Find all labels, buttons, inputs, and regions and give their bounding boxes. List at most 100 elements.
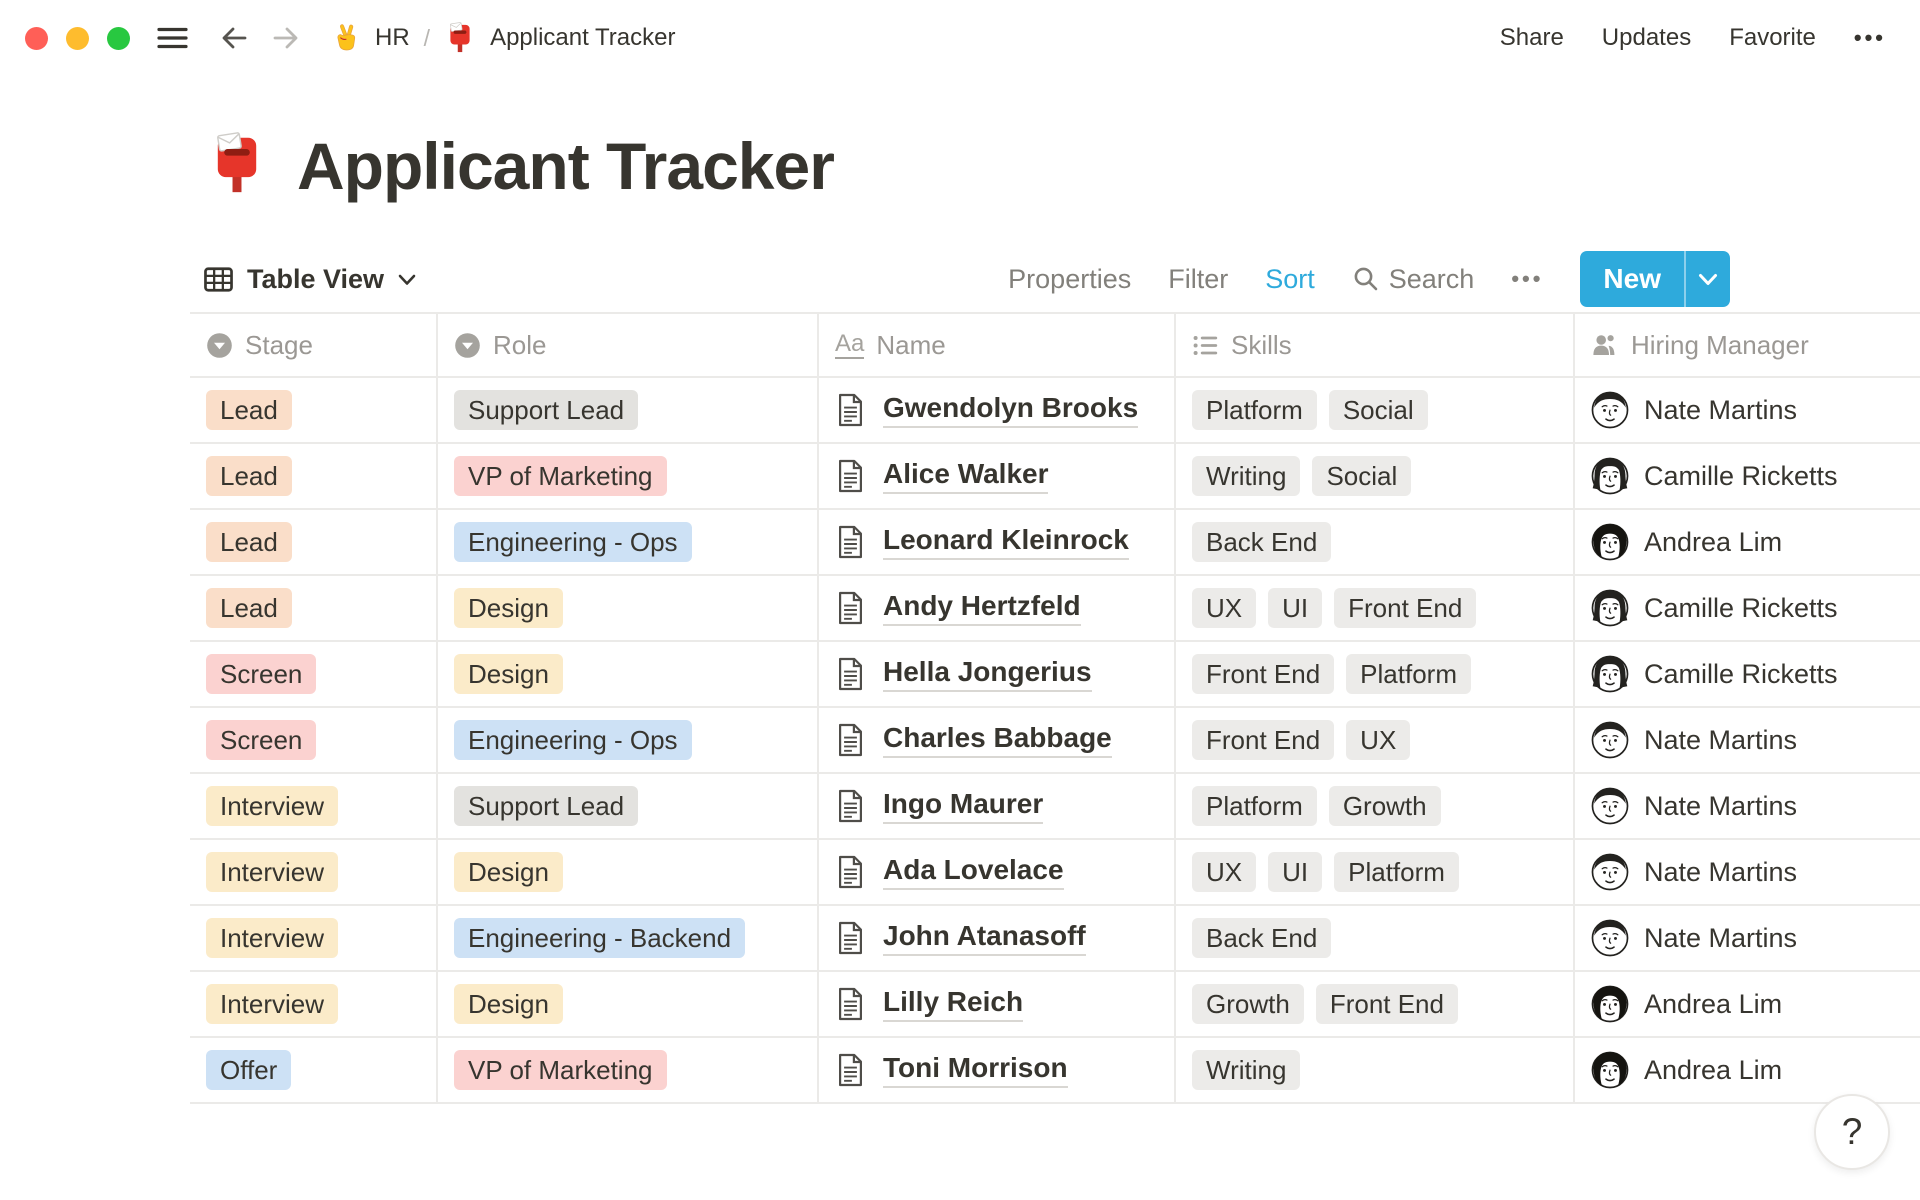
role-tag[interactable]: Design bbox=[454, 654, 563, 694]
skills-cell[interactable]: UX UI Front End bbox=[1176, 576, 1575, 640]
hiring-manager-cell[interactable]: Nate Martins bbox=[1575, 840, 1920, 904]
hiring-manager-cell[interactable]: Nate Martins bbox=[1575, 774, 1920, 838]
role-cell[interactable]: VP of Marketing bbox=[438, 444, 819, 508]
skills-cell[interactable]: Back End bbox=[1176, 510, 1575, 574]
skill-tag[interactable]: Platform bbox=[1334, 852, 1459, 892]
filter-button[interactable]: Filter bbox=[1168, 264, 1228, 295]
applicant-page-link[interactable]: John Atanasoff bbox=[883, 920, 1086, 956]
column-header-skills[interactable]: Skills bbox=[1176, 314, 1575, 376]
role-cell[interactable]: Engineering - Ops bbox=[438, 510, 819, 574]
applicant-page-link[interactable]: Lilly Reich bbox=[883, 986, 1024, 1022]
skill-tag[interactable]: UI bbox=[1268, 588, 1323, 628]
stage-tag[interactable]: Screen bbox=[206, 720, 317, 760]
breadcrumb-item-hr[interactable]: HR bbox=[331, 22, 410, 54]
skill-tag[interactable]: Back End bbox=[1192, 918, 1332, 958]
stage-cell[interactable]: Interview bbox=[190, 840, 438, 904]
hiring-manager-cell[interactable]: Nate Martins bbox=[1575, 378, 1920, 442]
role-tag[interactable]: Design bbox=[454, 588, 563, 628]
skills-cell[interactable]: Front End Platform bbox=[1176, 642, 1575, 706]
role-cell[interactable]: Design bbox=[438, 840, 819, 904]
stage-cell[interactable]: Offer bbox=[190, 1038, 438, 1102]
skill-tag[interactable]: Growth bbox=[1328, 786, 1441, 826]
role-tag[interactable]: Design bbox=[454, 984, 563, 1024]
sort-button[interactable]: Sort bbox=[1265, 264, 1315, 295]
applicant-page-link[interactable]: Ingo Maurer bbox=[883, 788, 1044, 824]
skills-cell[interactable]: Writing Social bbox=[1176, 444, 1575, 508]
stage-cell[interactable]: Interview bbox=[190, 774, 438, 838]
column-header-stage[interactable]: Stage bbox=[190, 314, 438, 376]
stage-cell[interactable]: Interview bbox=[190, 906, 438, 970]
skill-tag[interactable]: Writing bbox=[1192, 456, 1301, 496]
name-cell[interactable]: Toni Morrison bbox=[819, 1038, 1176, 1102]
stage-cell[interactable]: Lead bbox=[190, 378, 438, 442]
help-button[interactable]: ? bbox=[1814, 1094, 1890, 1170]
properties-button[interactable]: Properties bbox=[1008, 264, 1131, 295]
hiring-manager-cell[interactable]: Camille Ricketts bbox=[1575, 576, 1920, 640]
skill-tag[interactable]: Front End bbox=[1334, 588, 1477, 628]
stage-cell[interactable]: Lead bbox=[190, 510, 438, 574]
new-button[interactable]: New bbox=[1580, 251, 1684, 307]
skill-tag[interactable]: UX bbox=[1346, 720, 1411, 760]
skill-tag[interactable]: UX bbox=[1192, 852, 1257, 892]
applicant-page-link[interactable]: Gwendolyn Brooks bbox=[883, 392, 1139, 428]
name-cell[interactable]: Alice Walker bbox=[819, 444, 1176, 508]
skills-cell[interactable]: UX UI Platform bbox=[1176, 840, 1575, 904]
role-tag[interactable]: VP of Marketing bbox=[454, 456, 667, 496]
minimize-window-button[interactable] bbox=[66, 26, 89, 50]
role-tag[interactable]: Support Lead bbox=[454, 786, 639, 826]
name-cell[interactable]: Lilly Reich bbox=[819, 972, 1176, 1036]
skill-tag[interactable]: Platform bbox=[1346, 654, 1471, 694]
column-header-manager[interactable]: Hiring Manager bbox=[1575, 314, 1920, 376]
skill-tag[interactable]: Writing bbox=[1192, 1050, 1301, 1090]
skill-tag[interactable]: Front End bbox=[1192, 720, 1335, 760]
skill-tag[interactable]: Growth bbox=[1192, 984, 1304, 1024]
table-view-switcher[interactable]: Table View bbox=[203, 264, 417, 295]
role-tag[interactable]: Engineering - Ops bbox=[454, 720, 692, 760]
name-cell[interactable]: Hella Jongerius bbox=[819, 642, 1176, 706]
toolbar-more-icon[interactable]: ••• bbox=[1511, 266, 1543, 292]
applicant-page-link[interactable]: Leonard Kleinrock bbox=[883, 524, 1129, 560]
share-button[interactable]: Share bbox=[1500, 24, 1564, 52]
role-cell[interactable]: VP of Marketing bbox=[438, 1038, 819, 1102]
role-tag[interactable]: Support Lead bbox=[454, 390, 639, 430]
stage-tag[interactable]: Offer bbox=[206, 1050, 292, 1090]
skills-cell[interactable]: Platform Social bbox=[1176, 378, 1575, 442]
stage-cell[interactable]: Interview bbox=[190, 972, 438, 1036]
stage-tag[interactable]: Interview bbox=[206, 918, 339, 958]
role-cell[interactable]: Engineering - Ops bbox=[438, 708, 819, 772]
skills-cell[interactable]: Front End UX bbox=[1176, 708, 1575, 772]
applicant-page-link[interactable]: Andy Hertzfeld bbox=[883, 590, 1081, 626]
column-header-role[interactable]: Role bbox=[438, 314, 819, 376]
role-tag[interactable]: VP of Marketing bbox=[454, 1050, 667, 1090]
skill-tag[interactable]: Platform bbox=[1192, 786, 1317, 826]
stage-tag[interactable]: Interview bbox=[206, 852, 339, 892]
role-tag[interactable]: Design bbox=[454, 852, 563, 892]
applicant-page-link[interactable]: Alice Walker bbox=[883, 458, 1049, 494]
hiring-manager-cell[interactable]: Nate Martins bbox=[1575, 906, 1920, 970]
search-button[interactable]: Search bbox=[1352, 264, 1474, 295]
applicant-page-link[interactable]: Ada Lovelace bbox=[883, 854, 1064, 890]
applicant-page-link[interactable]: Hella Jongerius bbox=[883, 656, 1092, 692]
skill-tag[interactable]: Back End bbox=[1192, 522, 1332, 562]
name-cell[interactable]: Charles Babbage bbox=[819, 708, 1176, 772]
skill-tag[interactable]: UX bbox=[1192, 588, 1257, 628]
role-cell[interactable]: Support Lead bbox=[438, 774, 819, 838]
stage-tag[interactable]: Lead bbox=[206, 456, 292, 496]
stage-tag[interactable]: Interview bbox=[206, 786, 339, 826]
role-tag[interactable]: Engineering - Ops bbox=[454, 522, 692, 562]
hiring-manager-cell[interactable]: Camille Ricketts bbox=[1575, 642, 1920, 706]
hiring-manager-cell[interactable]: Nate Martins bbox=[1575, 708, 1920, 772]
stage-tag[interactable]: Screen bbox=[206, 654, 317, 694]
hiring-manager-cell[interactable]: Camille Ricketts bbox=[1575, 444, 1920, 508]
role-cell[interactable]: Design bbox=[438, 576, 819, 640]
name-cell[interactable]: John Atanasoff bbox=[819, 906, 1176, 970]
applicant-page-link[interactable]: Toni Morrison bbox=[883, 1052, 1068, 1088]
stage-cell[interactable]: Screen bbox=[190, 642, 438, 706]
hiring-manager-cell[interactable]: Andrea Lim bbox=[1575, 510, 1920, 574]
page-title[interactable]: Applicant Tracker bbox=[297, 128, 835, 204]
name-cell[interactable]: Gwendolyn Brooks bbox=[819, 378, 1176, 442]
skill-tag[interactable]: UI bbox=[1268, 852, 1323, 892]
new-dropdown-button[interactable] bbox=[1684, 251, 1730, 307]
skill-tag[interactable]: Platform bbox=[1192, 390, 1317, 430]
breadcrumb-item-page[interactable]: Applicant Tracker bbox=[444, 22, 675, 54]
